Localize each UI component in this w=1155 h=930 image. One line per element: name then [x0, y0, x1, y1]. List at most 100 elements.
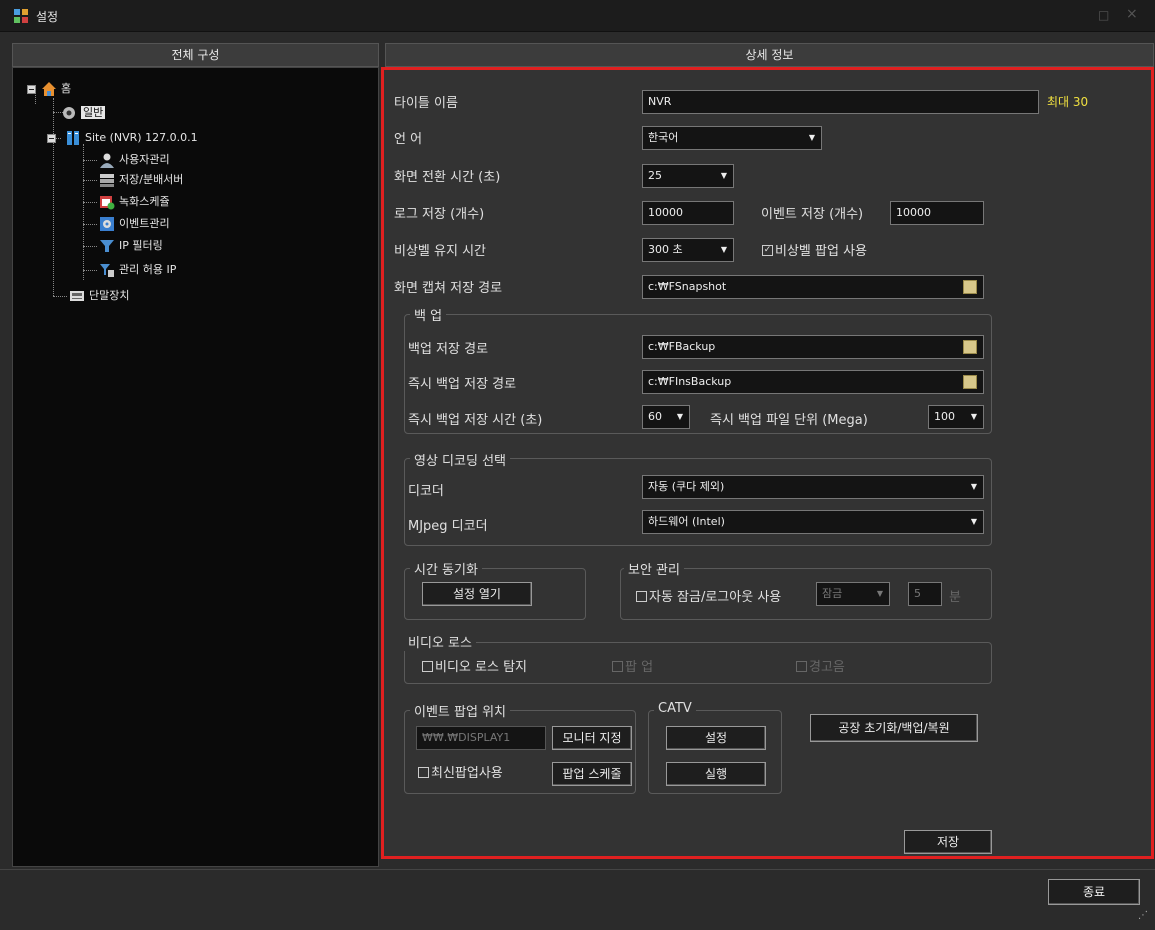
catv-setup-button[interactable]: 설정	[666, 726, 766, 750]
title-name-input[interactable]: NVR	[642, 90, 1039, 114]
instant-path-label: 즉시 백업 저장 경로	[408, 377, 517, 392]
close-button[interactable]: ×	[1126, 6, 1138, 22]
storage-server-icon	[100, 174, 114, 187]
language-label: 언 어	[394, 132, 423, 147]
tree-item-rec-schedule[interactable]: 녹화스케쥴	[99, 193, 170, 211]
instant-time-value: 60	[648, 410, 662, 423]
event-store-input[interactable]: 10000	[890, 201, 984, 225]
folder-browse-icon[interactable]	[963, 340, 977, 354]
tree-label-terminal: 단말장치	[89, 289, 130, 302]
expand-site-icon[interactable]	[47, 134, 56, 143]
chevron-down-icon: ▼	[970, 412, 977, 421]
catv-run-button[interactable]: 실행	[666, 762, 766, 786]
emergency-value: 300 초	[648, 243, 683, 256]
emergency-popup-checkbox[interactable]: ✓ 비상벨 팝업 사용	[762, 240, 867, 259]
tree-item-allowed-ip[interactable]: 관리 허용 IP	[99, 261, 176, 279]
terminal-device-icon	[70, 291, 84, 301]
resize-grip-icon[interactable]: ⋰	[1138, 910, 1148, 921]
filter-doc-icon	[100, 264, 114, 277]
screen-switch-value: 25	[648, 169, 662, 182]
maximize-button[interactable]: □	[1098, 8, 1109, 22]
emergency-select[interactable]: 300 초 ▼	[642, 238, 734, 262]
tree-label-storage: 저장/분배서버	[119, 173, 184, 186]
exit-button[interactable]: 종료	[1048, 879, 1140, 905]
videoloss-alarm-checkbox[interactable]: 경고음	[796, 656, 845, 675]
title-max-hint: 최대 30	[1047, 95, 1089, 109]
config-tree[interactable]: 홈 일반 Site (NVR) 127.0.0.1 사용자관리 저장/분배서버 …	[12, 67, 379, 867]
tree-label-user-mgmt: 사용자관리	[119, 153, 170, 166]
display-input[interactable]: ₩₩.₩DISPLAY1	[416, 726, 546, 750]
catv-group-title: CATV	[654, 701, 696, 716]
detail-panel: 타이틀 이름 NVR 최대 30 언 어 한국어 ▼ 화면 전환 시간 (초) 2…	[381, 67, 1154, 859]
videoloss-detect-checkbox[interactable]: 비디오 로스 탐지	[422, 656, 527, 675]
tree-item-ip-filter[interactable]: IP 필터링	[99, 237, 163, 255]
videoloss-group-title: 비디오 로스	[404, 632, 476, 651]
tree-item-site[interactable]: Site (NVR) 127.0.0.1	[65, 129, 198, 147]
backup-path-input[interactable]: c:₩FBackup	[642, 335, 984, 359]
chevron-down-icon: ▼	[970, 482, 977, 491]
instant-time-label: 즉시 백업 저장 시간 (초)	[408, 413, 543, 428]
checkbox-unchecked-icon	[796, 661, 807, 672]
latest-popup-checkbox[interactable]: 최신팝업사용	[418, 762, 503, 781]
backup-group-title: 백 업	[410, 305, 447, 324]
auto-lock-checkbox[interactable]: 자동 잠금/로그아웃 사용	[636, 586, 781, 605]
checkbox-unchecked-icon	[418, 767, 429, 778]
open-timesync-button[interactable]: 설정 열기	[422, 582, 532, 606]
factory-reset-button[interactable]: 공장 초기화/백업/복원	[810, 714, 978, 742]
window-title: 설정	[36, 10, 59, 24]
tree-panel-header: 전체 구성	[12, 43, 379, 67]
event-store-label: 이벤트 저장 (개수)	[761, 207, 864, 222]
backup-path-label: 백업 저장 경로	[408, 342, 489, 357]
tree-label-home: 홈	[61, 82, 72, 95]
expand-home-icon[interactable]	[27, 85, 36, 94]
title-name-label: 타이틀 이름	[394, 96, 458, 111]
auto-lock-label: 자동 잠금/로그아웃 사용	[649, 590, 782, 605]
mjpeg-value: 하드웨어 (Intel)	[648, 515, 725, 528]
emergency-label: 비상벨 유지 시간	[394, 244, 486, 259]
videoloss-popup-checkbox[interactable]: 팝 업	[612, 656, 653, 675]
tree-item-user-mgmt[interactable]: 사용자관리	[99, 151, 170, 169]
instant-path-value: c:₩FInsBackup	[648, 375, 732, 388]
detail-panel-header: 상세 정보	[385, 43, 1154, 67]
mjpeg-select[interactable]: 하드웨어 (Intel) ▼	[642, 510, 984, 534]
tree-label-general: 일반	[81, 106, 106, 119]
lock-minutes-input[interactable]: 5	[908, 582, 942, 606]
lock-mode-select[interactable]: 잠금 ▼	[816, 582, 890, 606]
decoder-label: 디코더	[408, 484, 444, 499]
folder-browse-icon[interactable]	[963, 280, 977, 294]
filter-icon	[100, 240, 114, 252]
checkbox-unchecked-icon	[422, 661, 433, 672]
eventpopup-group-title: 이벤트 팝업 위치	[410, 701, 510, 720]
checkbox-unchecked-icon	[636, 591, 647, 602]
minutes-unit-label: 분	[949, 590, 961, 605]
instant-path-input[interactable]: c:₩FInsBackup	[642, 370, 984, 394]
instant-time-select[interactable]: 60 ▼	[642, 405, 690, 429]
tree-item-home[interactable]: 홈	[41, 80, 71, 98]
capture-path-value: c:₩FSnapshot	[648, 280, 727, 293]
folder-browse-icon[interactable]	[963, 375, 977, 389]
file-unit-select[interactable]: 100 ▼	[928, 405, 984, 429]
tree-item-event-mgmt[interactable]: 이벤트관리	[99, 215, 170, 233]
popup-schedule-button[interactable]: 팝업 스케줄	[552, 762, 632, 786]
gear-icon	[63, 107, 75, 119]
tree-item-terminal[interactable]: 단말장치	[69, 287, 129, 305]
chevron-down-icon: ▼	[876, 589, 883, 598]
screen-switch-select[interactable]: 25 ▼	[642, 164, 734, 188]
capture-path-input[interactable]: c:₩FSnapshot	[642, 275, 984, 299]
tree-item-general[interactable]: 일반	[61, 104, 106, 122]
backup-path-value: c:₩FBackup	[648, 340, 716, 353]
mjpeg-label: MJpeg 디코더	[408, 519, 488, 534]
log-store-input[interactable]: 10000	[642, 201, 734, 225]
footer-bar: 종료 ⋰	[0, 869, 1155, 930]
tree-item-storage[interactable]: 저장/분배서버	[99, 171, 183, 189]
language-select[interactable]: 한국어 ▼	[642, 126, 822, 150]
capture-path-label: 화면 캡쳐 저장 경로	[394, 281, 503, 296]
decoder-select[interactable]: 자동 (쿠다 제외) ▼	[642, 475, 984, 499]
tree-label-site: Site (NVR) 127.0.0.1	[85, 131, 198, 144]
monitor-assign-button[interactable]: 모니터 지정	[552, 726, 632, 750]
tree-label-event-mgmt: 이벤트관리	[119, 217, 170, 230]
server-rack-icon	[67, 131, 79, 145]
timesync-group-title: 시간 동기화	[410, 559, 482, 578]
latest-popup-label: 최신팝업사용	[431, 766, 503, 781]
save-button[interactable]: 저장	[904, 830, 992, 854]
